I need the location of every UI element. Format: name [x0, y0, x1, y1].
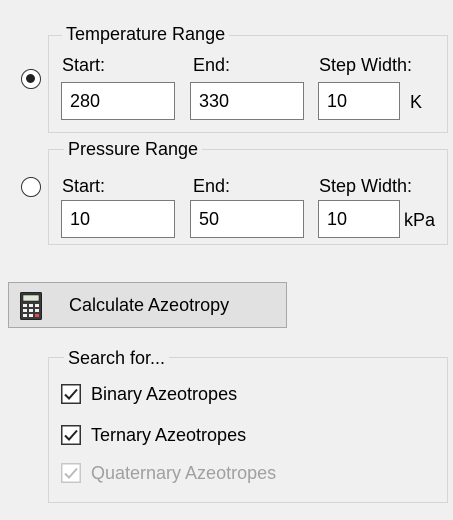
ternary-azeotropes-checkbox[interactable]	[61, 425, 81, 445]
pressure-start-input[interactable]: 10	[61, 200, 175, 238]
pressure-range-radio[interactable]	[21, 177, 41, 197]
temperature-start-label: Start:	[62, 55, 106, 75]
pressure-start-label: Start:	[62, 176, 106, 196]
temperature-step-input[interactable]: 10	[318, 82, 400, 120]
temperature-start-input[interactable]: 280	[61, 82, 175, 120]
pressure-step-input[interactable]: 10	[318, 200, 400, 238]
temperature-unit-label: K	[410, 92, 423, 112]
pressure-step-label: Step Width:	[319, 176, 413, 196]
calculate-azeotropy-label: Calculate Azeotropy	[69, 295, 230, 315]
quaternary-azeotropes-checkbox[interactable]	[61, 463, 81, 483]
pressure-range-legend: Pressure Range	[64, 139, 203, 159]
pressure-end-label: End:	[193, 176, 231, 196]
ternary-azeotropes-label: Ternary Azeotropes	[91, 425, 247, 445]
temperature-range-radio[interactable]	[21, 69, 41, 89]
temperature-end-label: End:	[193, 55, 231, 75]
quaternary-azeotropes-label: Quaternary Azeotropes	[91, 463, 277, 483]
calculator-icon	[20, 292, 42, 325]
search-for-legend: Search for...	[64, 348, 170, 368]
pressure-unit-label: kPa	[404, 210, 436, 230]
temperature-range-legend: Temperature Range	[62, 24, 230, 44]
pressure-end-input[interactable]: 50	[190, 200, 304, 238]
temperature-end-input[interactable]: 330	[190, 82, 304, 120]
temperature-step-label: Step Width:	[319, 55, 413, 75]
binary-azeotropes-checkbox[interactable]	[61, 384, 81, 404]
radio-selected-dot	[26, 74, 35, 83]
binary-azeotropes-label: Binary Azeotropes	[91, 384, 238, 404]
calculate-azeotropy-button[interactable]: Calculate Azeotropy	[8, 282, 287, 328]
